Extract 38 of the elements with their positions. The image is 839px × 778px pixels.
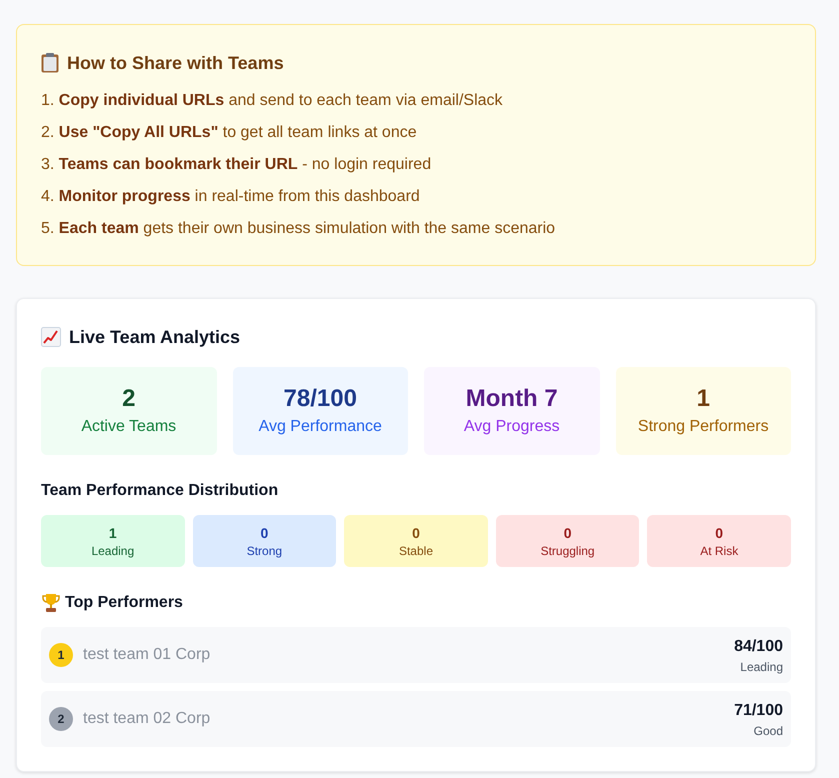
distribution-label: At Risk xyxy=(700,543,738,559)
distribution-count: 1 xyxy=(108,524,117,543)
stat-label: Avg Progress xyxy=(464,417,560,437)
stat-value: 2 xyxy=(122,384,136,414)
stat-label: Strong Performers xyxy=(638,417,769,437)
section-title: Live Team Analytics xyxy=(69,326,240,349)
distribution-label: Leading xyxy=(91,543,134,559)
distribution-count: 0 xyxy=(260,524,268,543)
distribution-label: Stable xyxy=(398,543,433,559)
section-title: How to Share with Teams xyxy=(67,52,284,75)
team-rating: Leading xyxy=(740,659,783,675)
team-score: 71/100 xyxy=(734,701,783,721)
stat-value: 1 xyxy=(696,384,710,414)
distribution-count: 0 xyxy=(564,524,572,543)
distribution-count: 0 xyxy=(715,524,724,543)
stat-value: 78/100 xyxy=(284,384,357,414)
instruction-step: 5. Each team gets their own business simulation with the same scenario xyxy=(41,217,791,241)
clipboard-icon xyxy=(41,53,59,73)
subsection-title: Top Performers xyxy=(65,593,183,613)
rank-badge: 1 xyxy=(49,643,73,667)
instruction-step: 4. Monitor progress in real-time from this dashboard xyxy=(41,185,791,209)
team-name: test team 02 Corp xyxy=(83,709,210,729)
distribution-count: 0 xyxy=(412,524,420,543)
line-chart-icon xyxy=(41,327,61,347)
distribution-label: Strong xyxy=(246,543,282,559)
team-score: 84/100 xyxy=(734,637,783,657)
instruction-step: 3. Teams can bookmark their URL - no login required xyxy=(41,153,791,177)
team-name: test team 01 Corp xyxy=(83,645,210,665)
stat-label: Active Teams xyxy=(81,417,176,437)
distribution-label: Struggling xyxy=(540,543,595,559)
rank-badge: 2 xyxy=(49,707,73,731)
subsection-title: Team Performance Distribution xyxy=(41,481,280,501)
instruction-step: 1. Copy individual URLs and send to each team via email/Slack xyxy=(41,89,791,113)
trophy-icon xyxy=(41,593,61,613)
instruction-step: 2. Use "Copy All URLs" to get all team links at once xyxy=(41,121,791,145)
stat-value: Month 7 xyxy=(466,384,558,414)
stat-label: Avg Performance xyxy=(258,417,382,437)
team-rating: Good xyxy=(754,723,783,739)
